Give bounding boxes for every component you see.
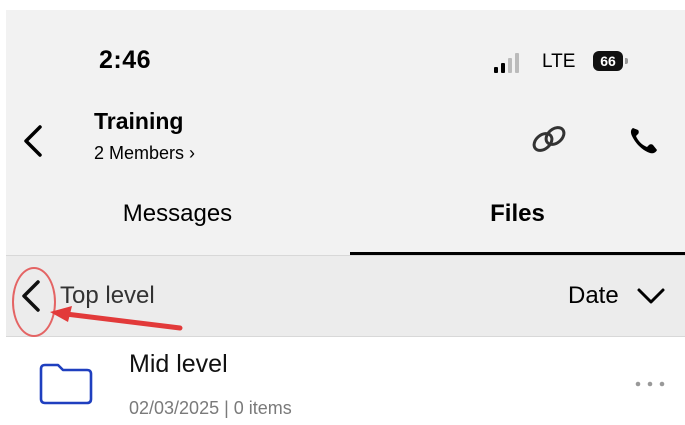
sort-dropdown[interactable]: Date	[568, 282, 619, 310]
battery-tip	[625, 58, 628, 64]
more-options-icon[interactable]	[630, 374, 670, 394]
network-label: LTE	[542, 51, 576, 72]
signal-strength-icon	[494, 51, 534, 73]
tab-files[interactable]: Files	[350, 200, 685, 228]
chat-title: Training	[94, 108, 184, 134]
members-link[interactable]: 2 Members ›	[94, 143, 195, 164]
phone-icon[interactable]	[627, 124, 661, 156]
back-button[interactable]	[20, 123, 50, 159]
battery-icon: 66	[593, 51, 623, 71]
folder-icon	[39, 363, 93, 405]
status-time: 2:46	[99, 46, 152, 74]
list-item[interactable]	[0, 337, 685, 425]
link-icon[interactable]	[528, 120, 570, 158]
annotation-arrow	[50, 306, 183, 331]
file-name: Mid level	[129, 350, 228, 378]
chevron-down-icon[interactable]	[636, 286, 666, 306]
tab-messages[interactable]: Messages	[6, 200, 349, 228]
file-meta: 02/03/2025 | 0 items	[129, 398, 292, 418]
